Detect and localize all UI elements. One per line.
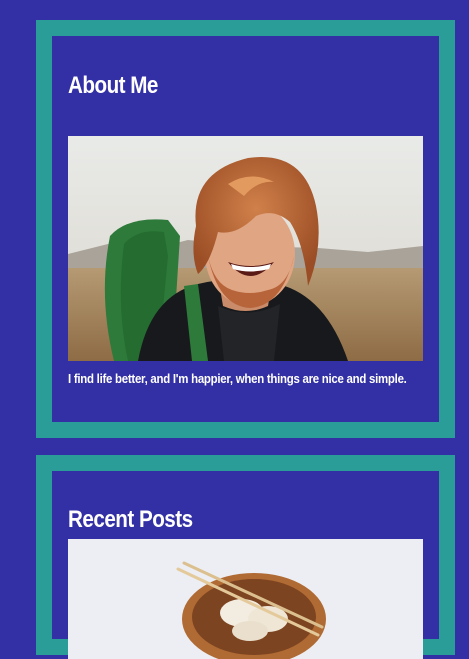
about-me-title: About Me [68,72,158,99]
about-me-text: I find life better, and I'm happier, whe… [68,371,407,386]
about-me-widget: About Me I find life better, and I'm hap… [36,20,455,438]
recent-posts-title: Recent Posts [68,506,193,533]
recent-posts-widget: Recent Posts [36,455,455,659]
about-me-photo [68,136,423,361]
recent-post-thumbnail[interactable] [68,539,423,659]
